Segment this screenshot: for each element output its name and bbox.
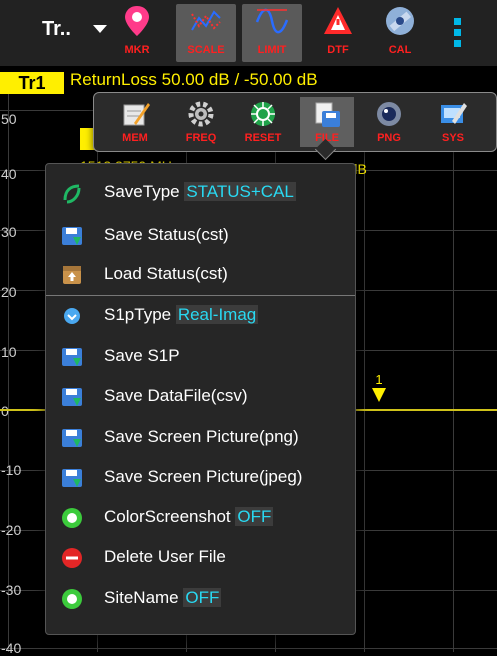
menu-item-delete-user-file[interactable]: Delete User File	[46, 539, 355, 577]
menu-item-save-jpeg[interactable]: Save Screen Picture(jpeg)	[46, 459, 355, 497]
savetype-value: STATUS+CAL	[184, 182, 296, 201]
toggle-off-icon	[62, 508, 82, 528]
reset-icon	[251, 102, 275, 126]
freq-label: FREQ	[185, 132, 217, 144]
y-tick: 40	[1, 166, 17, 182]
limit-icon	[255, 8, 289, 34]
sys-button[interactable]: SYS	[426, 97, 480, 147]
marker-1[interactable]: 1	[372, 372, 386, 402]
menu-item-label: Save DataFile(csv)	[104, 386, 248, 405]
dtf-label: DTF	[327, 44, 349, 56]
function-submenu: MEM FREQ RESET FILE PNG SYS	[93, 92, 497, 152]
cal-label: CAL	[388, 44, 412, 56]
marker-pin-icon	[125, 6, 149, 36]
freq-button[interactable]: FREQ	[174, 97, 228, 147]
mkr-button[interactable]: MKR	[107, 4, 167, 62]
s1ptype-icon	[64, 308, 80, 324]
freq-gear-icon	[188, 101, 214, 127]
trace-select[interactable]: Tr..	[42, 18, 71, 41]
more-vertical-icon[interactable]	[452, 18, 464, 48]
save-disk-icon	[62, 348, 82, 366]
menu-item-save-png[interactable]: Save Screen Picture(png)	[46, 419, 355, 457]
y-tick: -20	[1, 522, 22, 538]
y-tick: 30	[1, 224, 17, 240]
y-tick: -10	[1, 462, 22, 478]
menu-item-label: Load Status(cst)	[104, 264, 228, 283]
menu-item-label: S1pType	[104, 305, 176, 324]
sys-icon	[441, 103, 467, 124]
chevron-down-icon[interactable]	[93, 25, 107, 33]
sys-label: SYS	[441, 132, 464, 144]
dtf-warning-icon	[324, 7, 352, 34]
marker-number: 1	[375, 372, 383, 387]
menu-item-sitename[interactable]: SiteName OFF	[46, 580, 355, 618]
grid-line	[364, 94, 365, 652]
sitename-value: OFF	[183, 588, 222, 607]
menu-item-save-status[interactable]: Save Status(cst)	[46, 217, 355, 255]
toggle-off-icon	[62, 589, 82, 609]
y-tick: 50	[1, 111, 17, 127]
trace-badge[interactable]: Tr1	[0, 72, 64, 94]
reset-label: RESET	[244, 132, 282, 144]
delete-icon	[62, 548, 82, 568]
y-tick: 10	[1, 344, 17, 360]
trace-info: ReturnLoss 50.00 dB / -50.00 dB	[70, 70, 318, 89]
grid-line	[0, 648, 497, 649]
mem-label: MEM	[122, 132, 148, 144]
reset-button[interactable]: RESET	[236, 97, 290, 147]
menu-item-label: SaveType	[104, 182, 185, 201]
mem-button[interactable]: MEM	[108, 97, 162, 147]
menu-item-savetype[interactable]: SaveType STATUS+CAL	[46, 174, 355, 212]
menu-item-colorscreenshot[interactable]: ColorScreenshot OFF	[46, 499, 355, 537]
mkr-label: MKR	[124, 44, 150, 56]
scale-label: SCALE	[187, 44, 225, 56]
y-tick: -30	[1, 582, 22, 598]
limit-button[interactable]: LIMIT	[242, 4, 302, 62]
menu-item-load-status[interactable]: Load Status(cst)	[46, 256, 355, 294]
memory-icon	[123, 103, 150, 126]
file-menu: SaveType STATUS+CAL Save Status(cst) Loa…	[45, 163, 356, 635]
save-disk-icon	[62, 469, 82, 487]
top-toolbar: Tr.. MKR SCALE LIMIT DTF CAL	[0, 0, 497, 67]
save-disk-icon	[62, 388, 82, 406]
menu-item-save-s1p[interactable]: Save S1P	[46, 338, 355, 376]
cal-button[interactable]: CAL	[370, 4, 430, 62]
marker-triangle-icon	[372, 388, 386, 402]
dtf-button[interactable]: DTF	[308, 4, 368, 62]
scale-icon	[191, 10, 221, 31]
menu-item-save-datafile[interactable]: Save DataFile(csv)	[46, 378, 355, 416]
menu-item-label: ColorScreenshot	[104, 507, 236, 526]
save-disk-icon	[62, 227, 82, 245]
y-tick: 0	[1, 403, 9, 419]
png-button[interactable]: PNG	[362, 97, 416, 147]
png-label: PNG	[377, 132, 401, 144]
menu-item-label: Save S1P	[104, 346, 180, 365]
menu-item-label: Save Screen Picture(jpeg)	[104, 467, 303, 486]
scale-button[interactable]: SCALE	[176, 4, 236, 62]
cal-icon	[386, 7, 414, 35]
colorscreenshot-value: OFF	[235, 507, 274, 526]
camera-icon	[377, 102, 401, 126]
menu-item-label: SiteName	[104, 588, 184, 607]
y-tick: 20	[1, 284, 17, 300]
savetype-icon	[63, 184, 81, 204]
save-disk-icon	[62, 429, 82, 447]
s1ptype-value: Real-Imag	[175, 305, 259, 324]
file-icon	[315, 102, 340, 127]
load-box-icon	[63, 266, 81, 284]
menu-divider	[46, 295, 355, 296]
grid-line	[453, 94, 454, 652]
menu-item-s1ptype[interactable]: S1pType Real-Imag	[46, 297, 355, 335]
y-tick: -40	[1, 640, 22, 656]
menu-item-label: Save Screen Picture(png)	[104, 427, 299, 446]
limit-label: LIMIT	[257, 44, 287, 56]
menu-item-label: Save Status(cst)	[104, 225, 229, 244]
menu-item-label: Delete User File	[104, 547, 226, 566]
